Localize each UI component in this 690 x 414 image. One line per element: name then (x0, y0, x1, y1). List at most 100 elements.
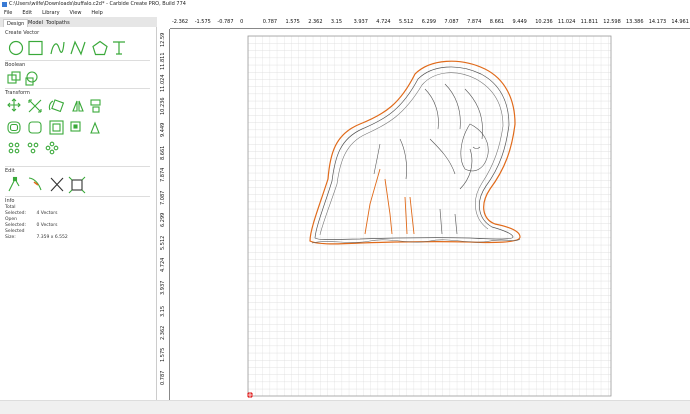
array-icon[interactable] (8, 142, 20, 154)
info-total-selected-label: Total Selected: (5, 205, 27, 216)
panel-tabs: Design Model Toolpaths (0, 17, 157, 27)
scale-icon[interactable] (28, 99, 42, 113)
ruler-label-h: 0 (240, 19, 244, 25)
menu-bar: File Edit Library View Help (0, 9, 690, 17)
node-triangle-icon[interactable] (90, 121, 100, 134)
trim-icon[interactable] (28, 177, 42, 191)
rotate-icon[interactable] (48, 99, 65, 113)
info-section: Info Total Selected: 4 Vectors Open Sele… (5, 198, 150, 241)
edit-section: Edit (5, 168, 150, 174)
ruler-label-h: -0.787 (217, 19, 234, 25)
ruler-label-h: 9.449 (512, 19, 527, 25)
ruler-label-h: -1.575 (194, 19, 211, 25)
ungroup-icon[interactable] (70, 121, 81, 132)
node-edit-icon[interactable] (8, 176, 20, 192)
ruler-label-h: 14.961 (671, 19, 689, 25)
rectangle-icon[interactable] (28, 40, 43, 56)
design-panel: Create Vector Boolean Transform Edit Inf… (0, 27, 157, 400)
move-icon[interactable] (7, 98, 21, 112)
ruler-label-v: 3.15 (160, 305, 166, 317)
info-total-selected: Total Selected: 4 Vectors (5, 205, 150, 217)
info-title: Info (5, 198, 15, 204)
title-bar: C:\Users\wilfe\Downloads\buffalo.c2d* - … (0, 0, 690, 9)
text-icon[interactable] (113, 41, 125, 55)
ruler-label-v: 4.724 (160, 257, 166, 272)
ruler-label-h: 3.937 (353, 19, 368, 25)
ruler-label-h: 10.236 (535, 19, 553, 25)
transform-section: Transform (5, 90, 150, 96)
ruler-label-h: 12.598 (603, 19, 621, 25)
ruler-label-v: 3.937 (160, 280, 166, 295)
fillet-icon[interactable] (28, 121, 42, 134)
separator (5, 166, 150, 167)
ruler-label-v: 1.575 (160, 347, 166, 362)
ruler-label-v: 8.661 (160, 145, 166, 160)
group-icon[interactable] (49, 120, 64, 135)
ruler-label-v: 6.299 (160, 212, 166, 227)
circular-array-icon[interactable] (45, 141, 59, 155)
ruler-label-v: 11.811 (160, 52, 166, 70)
info-open-selected-label: Open Selected: (5, 217, 27, 228)
curve-icon[interactable] (50, 41, 65, 55)
menu-help[interactable]: Help (91, 9, 102, 17)
transform-title: Transform (5, 90, 30, 96)
ruler-label-h: 7.874 (467, 19, 482, 25)
vertical-ruler: 12.59 11.811 11.024 10.236 9.449 8.661 7.874 7.… (157, 29, 170, 407)
cut-icon[interactable] (50, 177, 64, 192)
ruler-label-v: 2.362 (160, 325, 166, 340)
polyline-icon[interactable] (70, 40, 86, 56)
app-icon (2, 2, 7, 7)
ruler-label-v: 0.787 (160, 370, 166, 385)
ruler-label-v: 7.874 (160, 167, 166, 182)
ruler-label-h: 3.15 (330, 19, 343, 25)
boolean-title: Boolean (5, 62, 26, 68)
mirror-icon[interactable] (72, 100, 84, 112)
extend-icon[interactable] (68, 176, 86, 194)
nest-icon[interactable] (27, 142, 39, 154)
ruler-label-h: 11.811 (580, 19, 599, 25)
info-selected-size-label: Selected Size: (5, 229, 25, 240)
separator (5, 88, 150, 89)
menu-file[interactable]: File (4, 9, 12, 17)
separator (5, 60, 150, 61)
info-selected-size-value: 7.359 x 6.552 (36, 235, 68, 240)
boolean-tools (7, 71, 38, 86)
ruler-label-h: 6.299 (421, 19, 437, 25)
ruler-label-v: 10.236 (160, 97, 166, 115)
boolean-section: Boolean (5, 62, 150, 68)
create-vector-tools (8, 40, 125, 56)
ruler-label-h: 7.087 (444, 19, 459, 25)
status-bar (0, 400, 690, 414)
window-title: C:\Users\wilfe\Downloads\buffalo.c2d* - … (9, 1, 186, 7)
boolean-weld-icon[interactable] (25, 71, 38, 86)
ruler-label-h: 14.173 (648, 19, 667, 25)
ruler-label-h: 1.575 (285, 19, 300, 25)
circle-icon[interactable] (8, 40, 24, 56)
separator (5, 196, 150, 197)
ruler-label-v: 5.512 (160, 235, 166, 250)
ruler-label-v: 9.449 (160, 122, 166, 137)
info-open-selected: Open Selected: 0 Vectors (5, 217, 150, 229)
ruler-label-v: 7.087 (160, 190, 166, 205)
create-vector-title: Create Vector (5, 30, 40, 36)
transform-tools (7, 98, 101, 155)
ruler-label-h: 2.362 (308, 19, 323, 25)
ruler-label-v: 12.59 (160, 32, 166, 47)
offset-icon[interactable] (7, 121, 21, 134)
ruler-label-h: 0.787 (262, 19, 278, 25)
edit-tools (8, 176, 86, 194)
polygon-icon[interactable] (92, 40, 108, 56)
horizontal-ruler: -2.362 -1.575 -0.787 0 0.787 1.575 2.362 3.15 3.… (170, 17, 690, 29)
tab-toolpaths[interactable]: Toolpaths (43, 19, 73, 27)
menu-view[interactable]: View (70, 9, 82, 17)
create-vector-section: Create Vector (5, 30, 150, 36)
ruler-label-h: 11.024 (557, 19, 576, 25)
design-canvas[interactable] (170, 29, 690, 400)
menu-edit[interactable]: Edit (22, 9, 32, 17)
align-icon[interactable] (90, 99, 101, 113)
boolean-union-icon[interactable] (7, 71, 21, 84)
ruler-label-h: 13.386 (626, 19, 644, 25)
ruler-label-h: 8.661 (489, 19, 505, 25)
origin-marker (247, 392, 253, 398)
menu-library[interactable]: Library (42, 9, 59, 17)
